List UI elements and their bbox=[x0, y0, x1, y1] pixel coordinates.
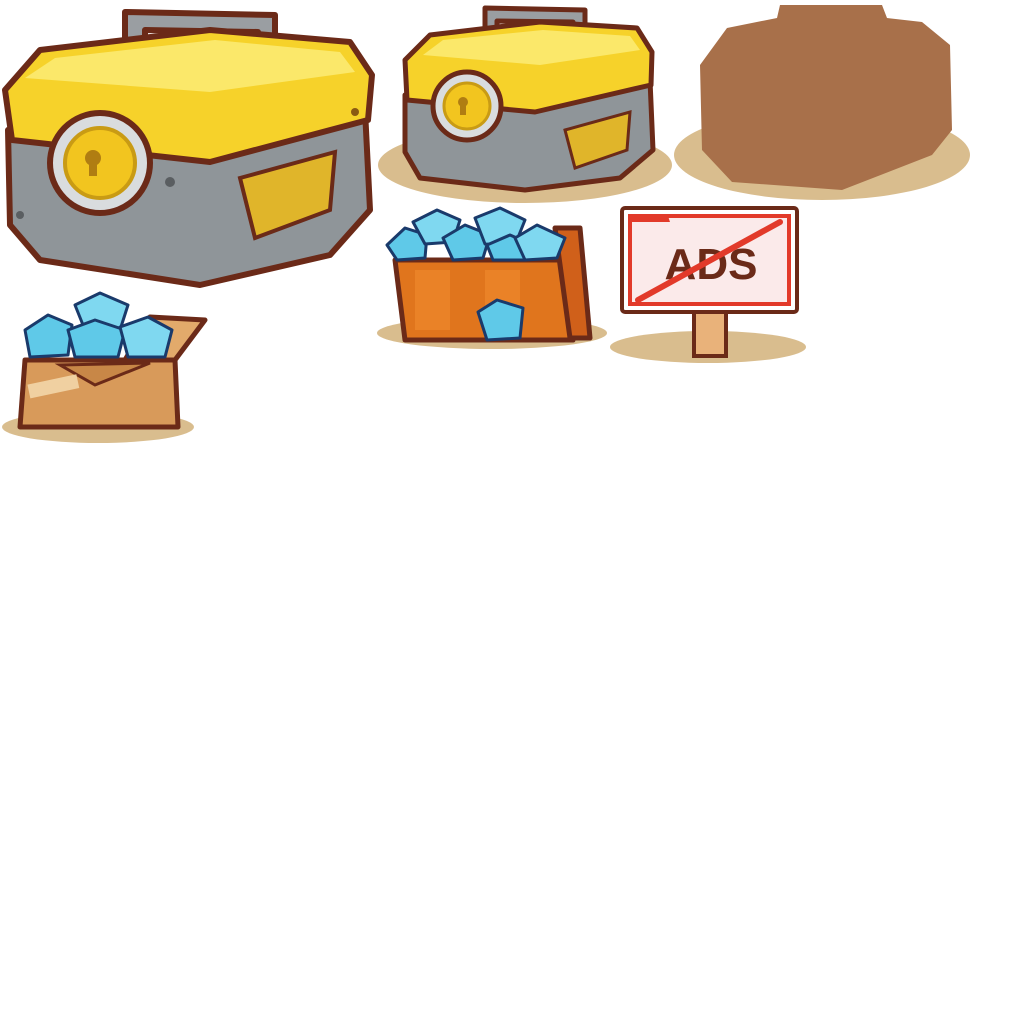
ads-label: ADS bbox=[665, 240, 758, 289]
locked-chest-icon bbox=[2, 9, 375, 288]
locked-chest-icon bbox=[378, 5, 672, 203]
gem-crate-icon bbox=[377, 206, 607, 349]
chest-silhouette-icon bbox=[674, 5, 970, 200]
chest-large-sprite[interactable] bbox=[0, 0, 380, 290]
gem-box-sprite[interactable] bbox=[0, 285, 210, 445]
gem-crate-sprite[interactable] bbox=[375, 200, 615, 352]
chest-silhouette-sprite bbox=[672, 0, 972, 205]
chest-small-sprite[interactable] bbox=[375, 0, 675, 205]
no-ads-sign-icon: ADS bbox=[610, 206, 806, 363]
no-ads-sign-sprite[interactable]: ADS bbox=[608, 200, 813, 365]
gem-box-icon bbox=[2, 291, 208, 443]
